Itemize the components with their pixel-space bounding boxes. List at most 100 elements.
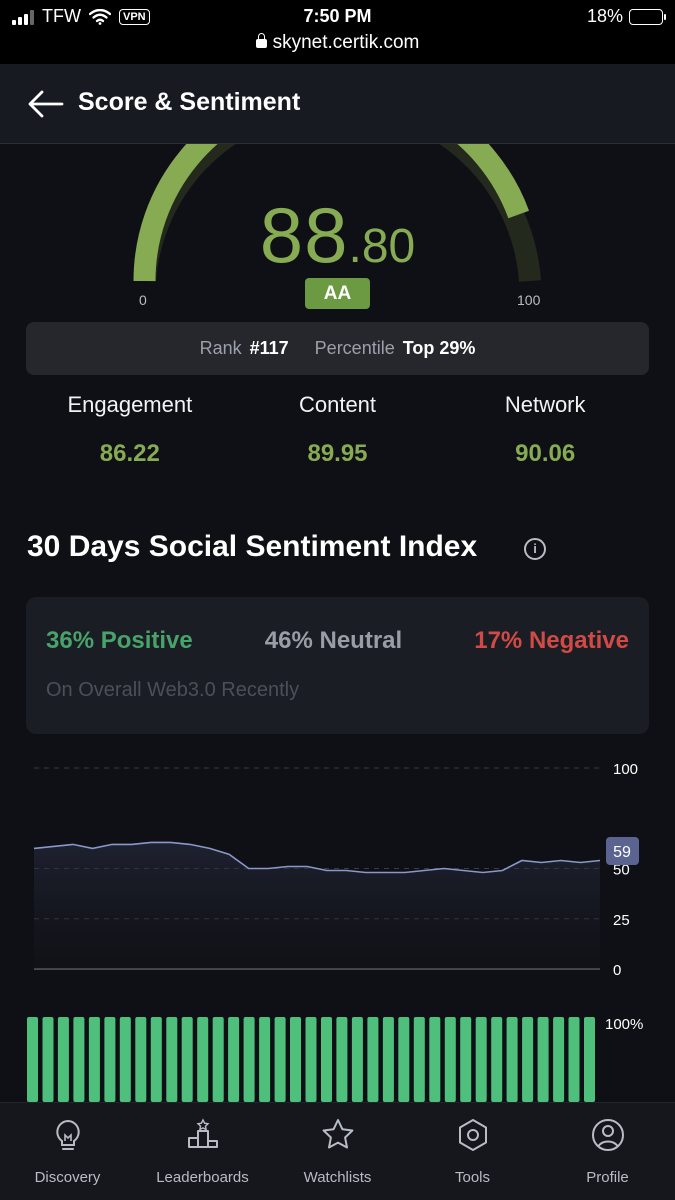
sentiment-bar-positive [228, 1017, 240, 1102]
sentiment-bar-positive [444, 1017, 456, 1102]
sentiment-bar-positive [522, 1017, 534, 1102]
sentiment-bar-positive [73, 1017, 85, 1102]
sentiment-bar-positive [568, 1017, 580, 1102]
battery-percent: 18% [586, 6, 623, 26]
sentiment-bar-positive [351, 1017, 363, 1102]
sub-scores: Engagement 86.22 Content 89.95 Network 9… [26, 392, 649, 468]
score-decimal: .80 [348, 220, 416, 273]
metric-engagement: Engagement 86.22 [26, 392, 234, 468]
sentiment-bar-positive [243, 1017, 255, 1102]
tab-label: Leaderboards [156, 1169, 249, 1186]
lightbulb-icon [55, 1119, 80, 1150]
info-icon[interactable]: i [524, 538, 546, 560]
page-header: Score & Sentiment [0, 64, 675, 144]
metric-value: 89.95 [307, 440, 368, 467]
status-right: 18% [586, 6, 666, 27]
metric-content: Content 89.95 [234, 392, 442, 468]
arrow-left-icon [28, 90, 64, 118]
sentiment-bar-positive [274, 1017, 286, 1102]
rank-label: Rank [199, 338, 242, 358]
hexagon-nut-icon [458, 1119, 487, 1151]
tab-label: Watchlists [303, 1169, 372, 1186]
y-tick-label: 25 [613, 912, 630, 929]
page-title: Score & Sentiment [78, 88, 301, 116]
sentiment-bar-positive [553, 1017, 565, 1102]
metric-value: 90.06 [515, 440, 576, 467]
sentiment-bar-positive [460, 1017, 472, 1102]
sentiment-breakdown: 36% Positive 46% Neutral 17% Negative [46, 627, 629, 655]
sentiment-bar-positive [429, 1017, 441, 1102]
score-integer: 88 [259, 191, 349, 279]
positive-share: 36% Positive [46, 627, 193, 654]
negative-share: 17% Negative [474, 627, 629, 654]
sentiment-bar-positive [150, 1017, 162, 1102]
podium-icon [187, 1118, 218, 1148]
neutral-share: 46% Neutral [264, 627, 403, 654]
sentiment-bar-positive [321, 1017, 332, 1102]
back-button[interactable] [26, 88, 66, 120]
sentiment-bar-positive [537, 1017, 549, 1102]
status-time: 7:50 PM [303, 6, 372, 26]
sentiment-bar-positive [336, 1017, 348, 1102]
tab-label: Tools [454, 1169, 491, 1186]
y-tick-label: 0 [613, 962, 621, 979]
metric-label: Network [504, 392, 586, 417]
gauge-min-label: 0 [139, 292, 147, 308]
sentiment-chart: 10050250 59 100% [27, 761, 643, 1102]
section-title: 30 Days Social Sentiment Index [27, 530, 478, 563]
tab-watchlists[interactable]: Watchlists [270, 1103, 405, 1200]
sentiment-bar-positive [212, 1017, 224, 1102]
sentiment-bar-positive [104, 1017, 116, 1102]
gauge-max-label: 100 [517, 292, 541, 308]
metric-label: Content [298, 392, 377, 417]
sentiment-bar-positive [166, 1017, 178, 1102]
sentiment-bar-positive [181, 1017, 193, 1102]
user-circle-icon [591, 1119, 624, 1151]
url-text: skynet.certik.com [272, 32, 420, 53]
bar-axis-label: 100% [605, 1016, 643, 1033]
tab-leaderboards[interactable]: Leaderboards [135, 1103, 270, 1200]
address-bar[interactable]: skynet.certik.com [0, 32, 675, 54]
y-tick-label: 100 [613, 761, 638, 778]
sentiment-bar-positive [367, 1017, 379, 1102]
tab-profile[interactable]: Profile [540, 1103, 675, 1200]
sentiment-bar-positive [135, 1017, 147, 1102]
sentiment-line-area [34, 842, 600, 969]
score-display: 88.80 [0, 190, 675, 281]
lock-icon [255, 33, 267, 48]
metric-label: Engagement [67, 392, 193, 417]
sentiment-bar-positive [398, 1017, 410, 1102]
percentile-label: Percentile [314, 338, 395, 358]
sentiment-bar-positive [382, 1017, 394, 1102]
current-value-badge: 59 [606, 837, 639, 865]
grade-badge: AA [305, 278, 370, 309]
sentiment-bar-positive [57, 1017, 69, 1102]
sentiment-bar-positive [305, 1017, 317, 1102]
current-value-label: 59 [613, 844, 631, 861]
metric-network: Network 90.06 [441, 392, 649, 468]
star-icon [322, 1119, 353, 1149]
sentiment-summary-card: 36% Positive 46% Neutral 17% Negative On… [26, 597, 649, 734]
status-bar: TFW VPN 7:50 PM 18% skynet.certik.com [0, 0, 675, 64]
sentiment-bar-positive [197, 1017, 209, 1102]
tab-label: Profile [586, 1169, 629, 1186]
rank-bar: Rank #117 Percentile Top 29% [26, 322, 649, 375]
sentiment-bar-positive [413, 1017, 425, 1102]
tab-tools[interactable]: Tools [405, 1103, 540, 1200]
sentiment-bar-positive [259, 1017, 271, 1102]
rank-value: #117 [249, 338, 289, 358]
sentiment-bar-positive [27, 1017, 38, 1102]
sentiment-bar-positive [475, 1017, 487, 1102]
tab-discovery[interactable]: Discovery [0, 1103, 135, 1200]
sentiment-bar-positive [491, 1017, 503, 1102]
sentiment-bar-positive [119, 1017, 131, 1102]
sentiment-bar-positive [584, 1017, 595, 1102]
sentiment-bar-positive [88, 1017, 100, 1102]
tab-label: Discovery [34, 1169, 101, 1186]
sentiment-bar-positive [42, 1017, 54, 1102]
battery-icon [629, 8, 666, 25]
sentiment-bar-positive [506, 1017, 518, 1102]
sentiment-subtitle: On Overall Web3.0 Recently [46, 679, 300, 701]
bottom-tab-bar: Discovery Leaderboards Watchlists Tools … [0, 1102, 675, 1200]
metric-value: 86.22 [99, 440, 160, 467]
